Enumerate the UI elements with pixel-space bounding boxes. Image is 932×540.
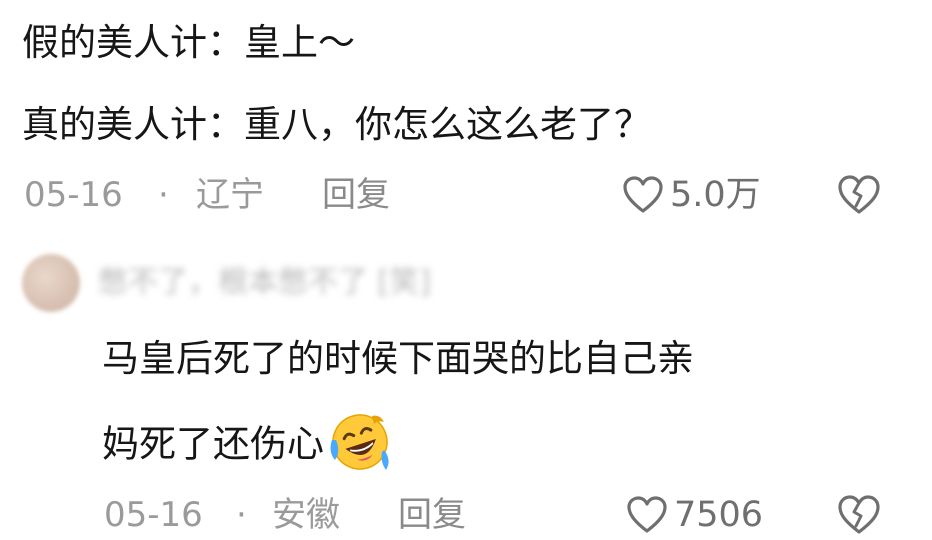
meta-separator: · — [236, 495, 247, 535]
comment-location: 辽宁 — [196, 175, 264, 215]
reply-button[interactable]: 回复 — [398, 492, 466, 538]
reply-header: 憋不了，根本憋不了 [笑] — [22, 254, 582, 312]
heart-outline-icon — [627, 496, 667, 533]
comment-text-line-1: 假的美人计：皇上～ — [22, 21, 355, 64]
comment-date: 05-16 — [24, 175, 123, 215]
broken-heart-icon — [838, 495, 880, 534]
broken-heart-icon — [838, 175, 880, 214]
reply-text-line-2-wrap: 妈死了还伤心 — [102, 414, 394, 478]
comment-text-line-2: 真的美人计：重八，你怎么这么老了？ — [22, 103, 651, 146]
reply-text-line-2: 妈死了还伤心 — [102, 422, 324, 466]
like-count: 7506 — [674, 495, 764, 535]
reply-username[interactable]: 憋不了，根本憋不了 [笑] — [98, 260, 431, 306]
heart-outline-icon — [623, 176, 663, 213]
meta-separator: · — [158, 175, 169, 215]
like-button[interactable]: 7506 — [626, 492, 763, 538]
avatar[interactable] — [22, 254, 80, 312]
dislike-button[interactable] — [836, 174, 882, 220]
reply-meta-row: 05-16 · 安徽 回复 7506 — [0, 492, 932, 538]
like-button[interactable]: 5.0万 — [622, 172, 761, 218]
reply-button[interactable]: 回复 — [322, 172, 390, 218]
reply-location: 安徽 — [272, 495, 340, 535]
comment-meta-row: 05-16 · 辽宁 回复 5.0万 — [0, 172, 932, 218]
dislike-button[interactable] — [836, 494, 882, 540]
rofl-emoji-icon — [326, 410, 394, 474]
reply-text-line-1: 马皇后死了的时候下面哭的比自己亲 — [102, 337, 694, 380]
like-count: 5.0万 — [670, 175, 761, 215]
reply-date: 05-16 — [104, 495, 203, 535]
